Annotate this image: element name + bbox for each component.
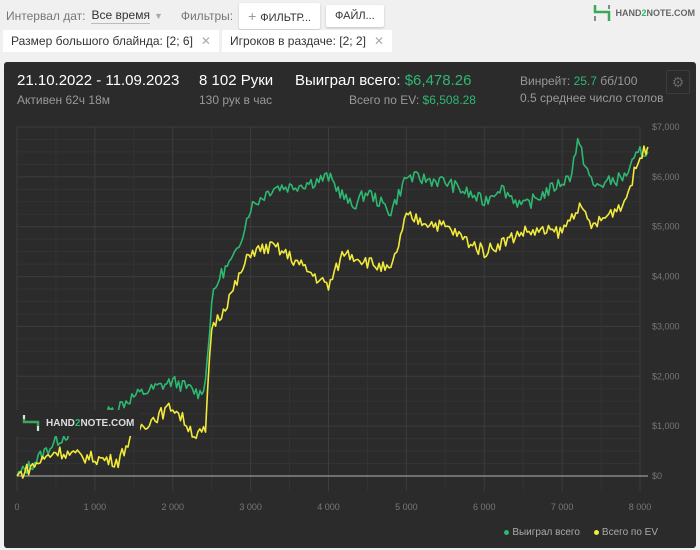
x-tick-label: 0: [14, 502, 19, 512]
x-tick-label: 5 000: [395, 502, 418, 512]
y-tick-label: $5,000: [652, 222, 680, 232]
profit-chart: $0 $1,000 $2,000 $3,000 $4,000 $5,000 $6,000 $7…: [14, 122, 680, 512]
x-tick-label: 4 000: [317, 502, 340, 512]
legend-dot: [593, 529, 599, 535]
y-tick-label: $3,000: [652, 321, 680, 331]
hand2note-logo-icon: [22, 415, 40, 431]
watermark-text: HAND2NOTE.COM: [46, 417, 135, 429]
y-tick-label: $1,000: [652, 421, 680, 431]
y-tick-label: $2,000: [652, 371, 680, 381]
x-tick-label: 1 000: [84, 502, 107, 512]
y-tick-label: $7,000: [652, 122, 680, 132]
chart-legend: Выиграл всего Всего по EV: [504, 527, 658, 538]
x-tick-label: 6 000: [473, 502, 496, 512]
y-tick-label: $6,000: [652, 172, 680, 182]
y-tick-label: $4,000: [652, 272, 680, 282]
legend-item-won[interactable]: Выиграл всего: [504, 527, 580, 538]
x-tick-label: 7 000: [551, 502, 574, 512]
legend-dot: [504, 529, 510, 535]
x-tick-label: 2 000: [161, 502, 184, 512]
legend-item-ev[interactable]: Всего по EV: [593, 527, 658, 538]
x-tick-label: 3 000: [239, 502, 262, 512]
hand2note-watermark: HAND2NOTE.COM: [16, 410, 141, 436]
x-tick-label: 8 000: [629, 502, 652, 512]
y-tick-label: $0: [652, 471, 662, 481]
